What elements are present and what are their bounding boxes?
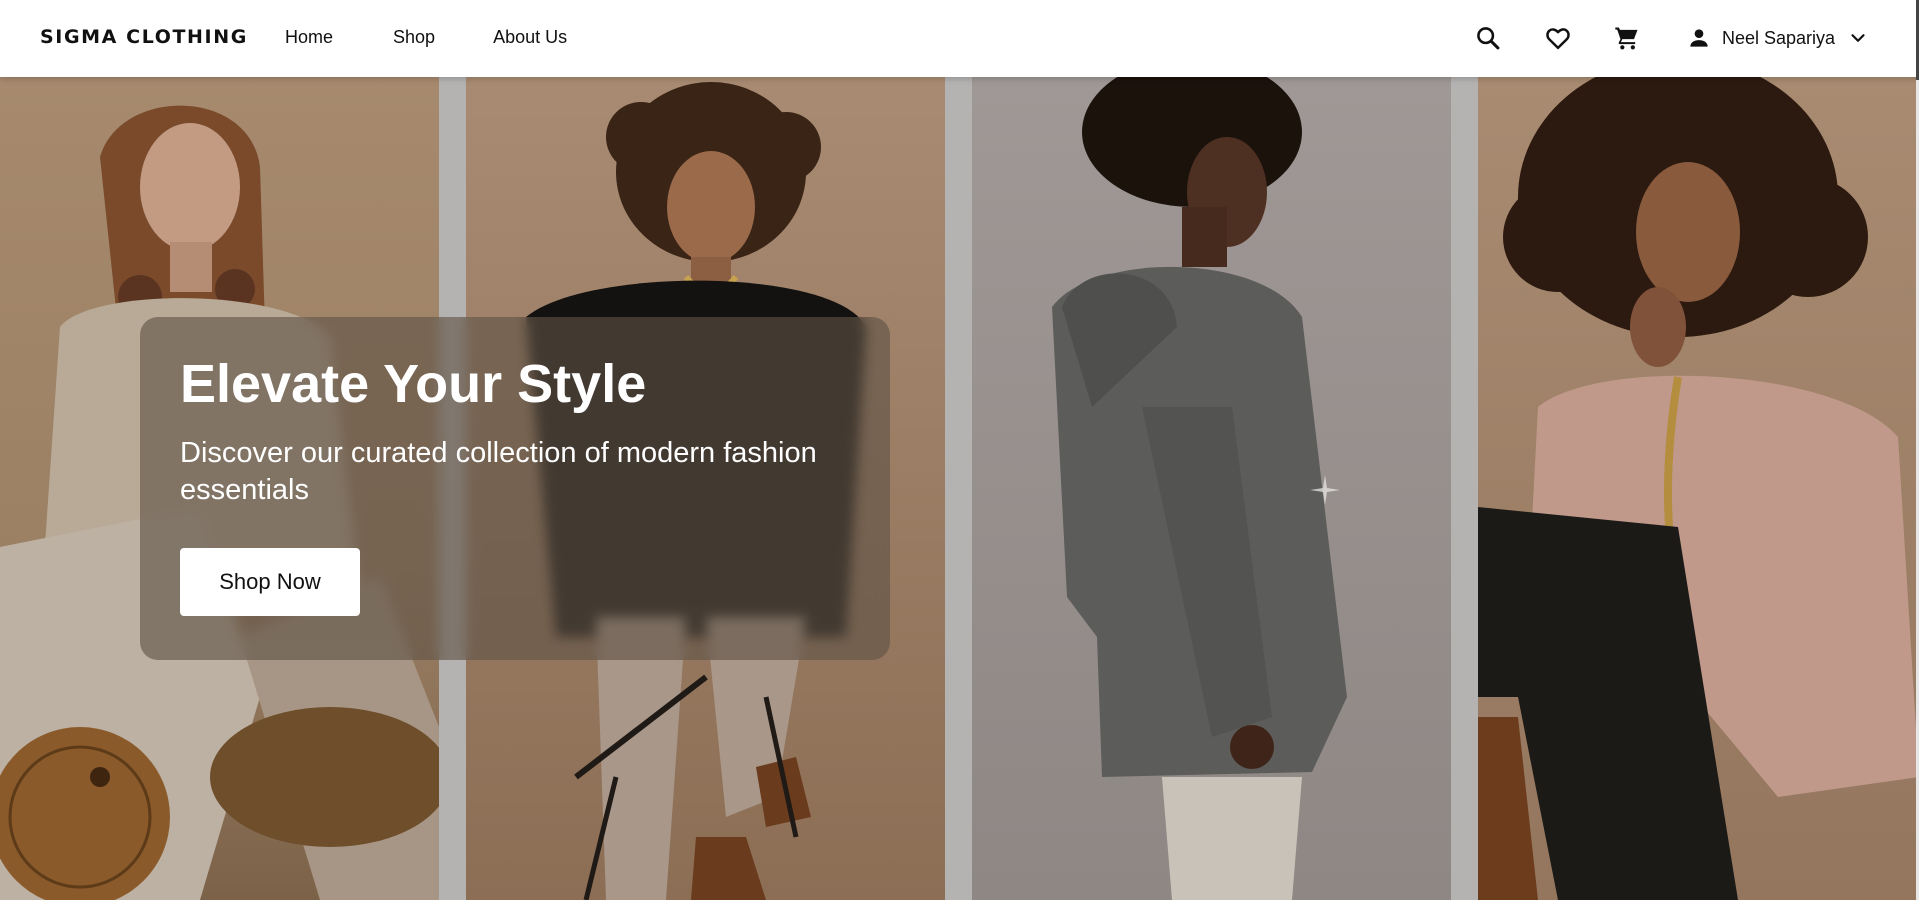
model-image-3 — [972, 77, 1451, 900]
hero-subtitle: Discover our curated collection of moder… — [180, 437, 817, 506]
shop-now-button[interactable]: Shop Now — [180, 548, 360, 616]
nav-home[interactable]: Home — [285, 27, 333, 48]
site-header: SIGMA CLOTHING Home Shop About Us Neel S… — [0, 0, 1919, 77]
chevron-down-icon — [1847, 27, 1869, 49]
hero-title: Elevate Your Style — [180, 354, 647, 414]
hero-card: Elevate Your Style Discover our curated … — [140, 317, 890, 660]
nav-about-us[interactable]: About Us — [493, 27, 567, 48]
cart-icon — [1615, 27, 1638, 50]
model-image-4 — [1478, 77, 1919, 900]
hero-section: Elevate Your Style Discover our curated … — [0, 77, 1919, 900]
search-button[interactable] — [1472, 22, 1504, 54]
nav-shop[interactable]: Shop — [393, 27, 435, 48]
user-menu[interactable]: Neel Sapariya — [1686, 22, 1869, 54]
user-name: Neel Sapariya — [1722, 27, 1836, 48]
brand-logo[interactable]: SIGMA CLOTHING — [40, 26, 248, 48]
search-icon — [1477, 27, 1500, 50]
cart-button[interactable] — [1611, 22, 1643, 54]
heart-icon — [1546, 28, 1570, 50]
favorites-button[interactable] — [1542, 22, 1574, 54]
person-icon — [1686, 25, 1712, 51]
sparkle-icon — [1310, 475, 1340, 505]
main-nav: Home Shop About Us — [285, 27, 627, 48]
